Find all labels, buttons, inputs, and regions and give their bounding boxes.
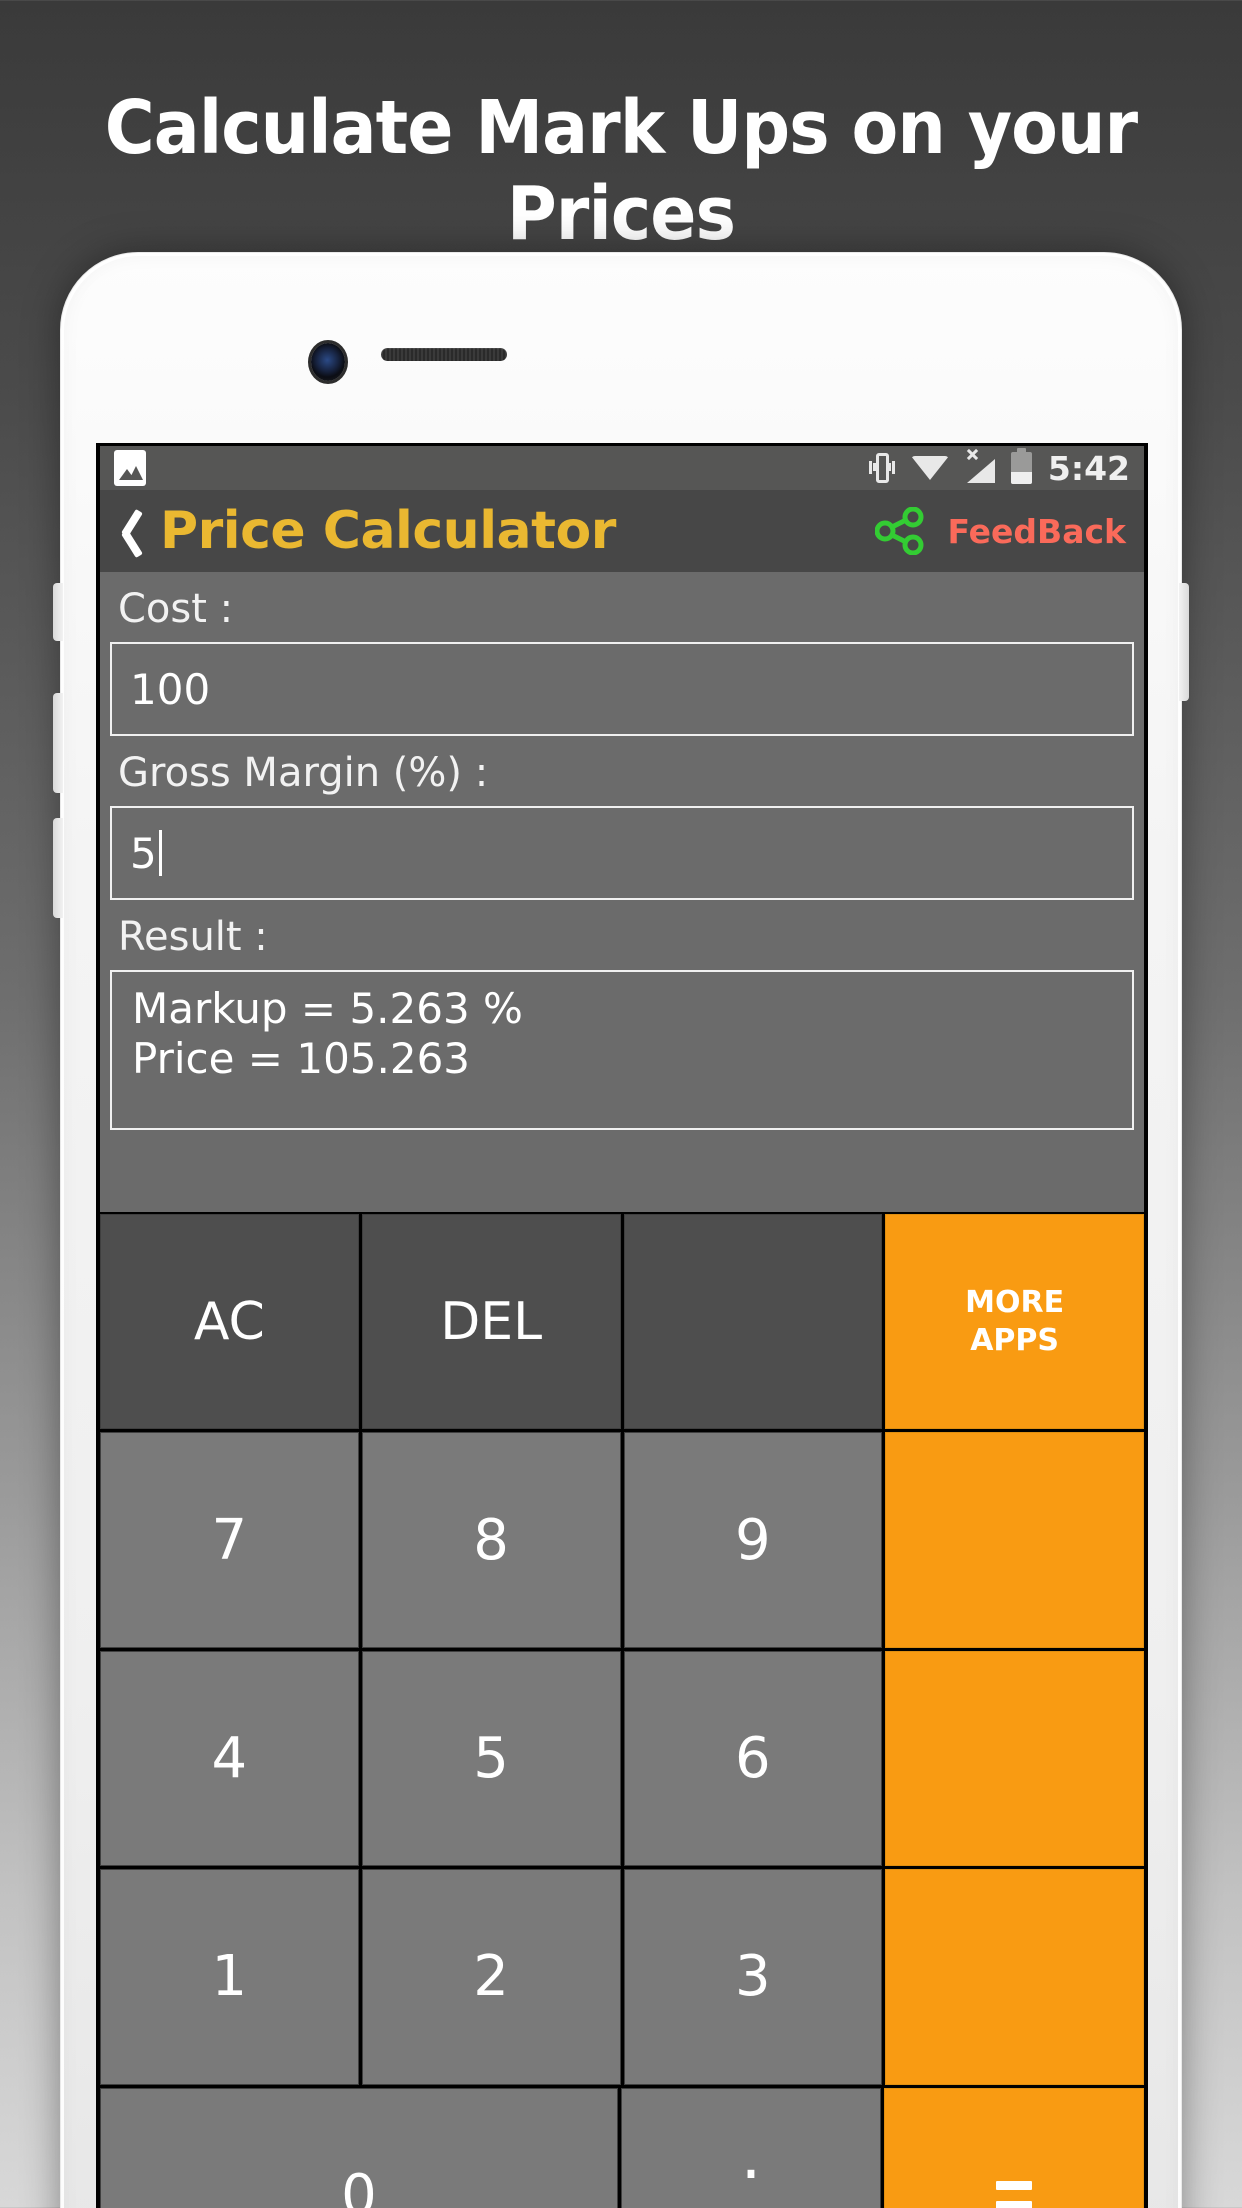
share-icon[interactable]: [874, 506, 925, 556]
key-8[interactable]: 8: [361, 1432, 621, 1648]
front-camera-icon: [311, 343, 345, 381]
key-6[interactable]: 6: [623, 1650, 883, 1867]
keypad: AC DEL MORE APPS 7 8 9 4 5 6 1 2 3 0 .: [100, 1212, 1144, 2208]
keypad-row-123: 1 2 3: [100, 1869, 1144, 2085]
photo-icon: [114, 450, 146, 486]
key-1[interactable]: 1: [100, 1869, 359, 2085]
cost-label: Cost :: [118, 586, 234, 632]
wifi-icon: [910, 456, 949, 480]
gross-margin-input[interactable]: 5: [110, 806, 1134, 900]
keypad-row-456: 4 5 6: [100, 1650, 1144, 1867]
keypad-row-789: 7 8 9: [100, 1432, 1144, 1648]
more-apps-line2: APPS: [970, 1322, 1060, 1358]
app-bar: Price Calculator FeedBack: [100, 490, 1144, 572]
result-line-price: Price = 105.263: [132, 1033, 471, 1083]
text-caret: [158, 830, 162, 876]
equals-icon: [996, 2180, 1032, 2208]
key-orange-op-1[interactable]: [885, 1432, 1144, 1648]
key-del[interactable]: DEL: [361, 1214, 621, 1430]
key-5[interactable]: 5: [361, 1650, 621, 1867]
app-bar-actions: FeedBack: [874, 506, 1126, 556]
key-more-apps[interactable]: MORE APPS: [885, 1214, 1144, 1430]
earpiece-speaker: [381, 348, 507, 361]
status-bar-clock: 5:42: [1047, 448, 1130, 488]
calculator-form: Cost : 100 Gross Margin (%) : 5 Result :…: [100, 572, 1144, 1212]
promo-headline: Calculate Mark Ups on your Prices: [104, 85, 1138, 257]
key-equals[interactable]: [884, 2087, 1144, 2208]
key-blank[interactable]: [623, 1214, 883, 1430]
phone-side-button-volume-up: [53, 693, 63, 793]
phone-side-button-power: [1179, 583, 1189, 701]
key-9[interactable]: 9: [623, 1432, 883, 1648]
phone-screen: 5:42 Price Calculator FeedBack Cost: 10…: [96, 443, 1148, 2208]
key-orange-op-3[interactable]: [885, 1869, 1144, 2085]
key-ac[interactable]: AC: [100, 1214, 359, 1430]
status-bar-right: 5:42: [868, 448, 1130, 488]
phone-mockup: 5:42 Price Calculator FeedBack Cost: 10…: [53, 252, 1189, 2208]
feedback-button[interactable]: FeedBack: [947, 512, 1126, 551]
back-chevron-icon[interactable]: [112, 508, 146, 558]
gross-margin-input-value: 5: [130, 828, 157, 878]
phone-side-button-mute: [53, 583, 63, 641]
no-signal-icon: [965, 448, 995, 483]
gross-margin-label: Gross Margin (%) :: [118, 750, 489, 796]
status-bar: 5:42: [100, 446, 1144, 490]
content-spacer: [110, 1130, 1134, 1212]
result-line-markup: Markup = 5.263 %: [132, 984, 523, 1033]
cost-input-value: 100: [130, 664, 211, 714]
vibrate-icon: [868, 451, 895, 485]
result-label: Result :: [118, 914, 268, 960]
page-title: Price Calculator: [160, 501, 616, 561]
key-0[interactable]: 0: [100, 2087, 618, 2208]
key-4[interactable]: 4: [100, 1650, 359, 1867]
key-decimal-point[interactable]: .: [621, 2087, 881, 2208]
keypad-row-functions: AC DEL MORE APPS: [100, 1214, 1144, 1430]
more-apps-line1: MORE: [965, 1285, 1065, 1321]
battery-icon: [1010, 448, 1032, 484]
key-7[interactable]: 7: [100, 1432, 359, 1648]
keypad-row-zero: 0 .: [100, 2087, 1144, 2208]
key-orange-op-2[interactable]: [885, 1650, 1144, 1867]
key-2[interactable]: 2: [361, 1869, 621, 2085]
phone-side-button-volume-down: [53, 818, 63, 918]
status-bar-left: [114, 450, 146, 486]
cost-input[interactable]: 100: [110, 642, 1134, 736]
app-window: 5:42 Price Calculator FeedBack Cost: 10…: [100, 446, 1144, 2208]
result-box: Markup = 5.263 % Price = 105.263: [110, 970, 1134, 1130]
key-3[interactable]: 3: [623, 1869, 883, 2085]
